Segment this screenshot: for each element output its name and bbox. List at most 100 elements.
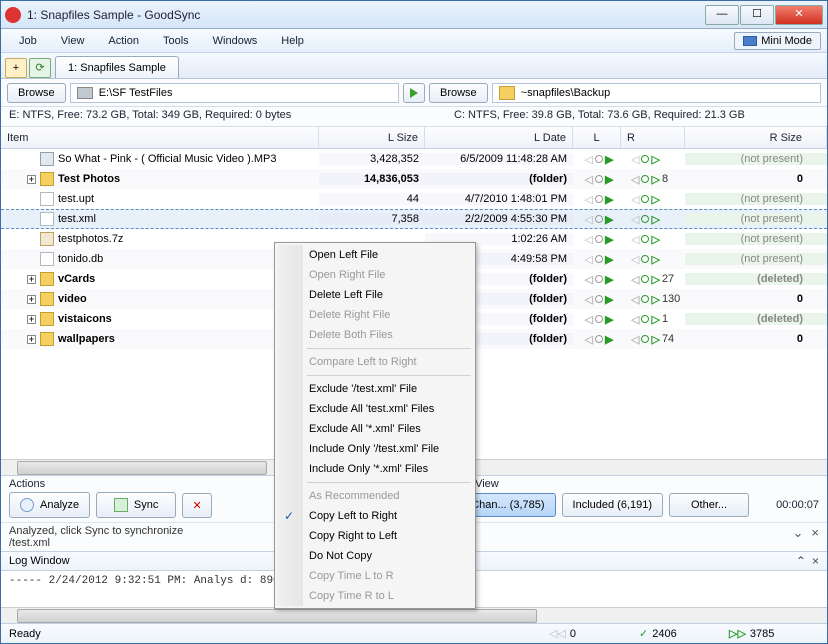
table-row[interactable]: test.xml7,3582/2/2009 4:55:30 PM◁▶◁▷(not… bbox=[1, 209, 827, 229]
cell-r: ◁▷ bbox=[621, 153, 685, 166]
col-l[interactable]: L bbox=[573, 127, 621, 148]
menu-item[interactable]: Copy Right to Left bbox=[277, 526, 473, 546]
cell-lsize: 7,358 bbox=[319, 213, 425, 225]
menu-item[interactable]: Open Left File bbox=[277, 245, 473, 265]
scroll-thumb[interactable] bbox=[17, 461, 267, 475]
left-path-box[interactable]: E:\SF TestFiles bbox=[70, 83, 399, 103]
column-header: Item L Size L Date L R R Size bbox=[1, 127, 827, 149]
stop-button[interactable]: ✕ bbox=[182, 493, 212, 518]
item-name: vistaicons bbox=[58, 313, 112, 325]
menu-item: Delete Right File bbox=[277, 305, 473, 325]
tabbar: + ⟳ 1: Snapfiles Sample bbox=[1, 53, 827, 79]
xml-icon bbox=[40, 212, 54, 226]
folder-icon bbox=[40, 272, 54, 286]
expand-toggle[interactable]: + bbox=[27, 335, 36, 344]
right-path-text: ~snapfiles\Backup bbox=[521, 87, 611, 99]
menu-item[interactable]: Delete Left File bbox=[277, 285, 473, 305]
expand-toggle bbox=[27, 195, 36, 204]
expand-toggle[interactable]: + bbox=[27, 275, 36, 284]
table-row[interactable]: test.upt444/7/2010 1:48:01 PM◁▶◁▷(not pr… bbox=[1, 189, 827, 209]
menu-action[interactable]: Action bbox=[96, 32, 151, 50]
stop-icon: ✕ bbox=[193, 499, 202, 512]
new-tab-button[interactable]: + bbox=[5, 58, 27, 78]
view-included-label: Included (6,191) bbox=[573, 499, 653, 511]
window-title: 1: Snapfiles Sample - GoodSync bbox=[27, 8, 705, 22]
expand-toggle[interactable]: + bbox=[27, 295, 36, 304]
mini-mode-button[interactable]: Mini Mode bbox=[734, 32, 821, 50]
menu-item[interactable]: Do Not Copy bbox=[277, 546, 473, 566]
expand-toggle bbox=[27, 155, 36, 164]
cell-rsize: (deleted) bbox=[685, 273, 827, 285]
menu-job[interactable]: Job bbox=[7, 32, 49, 50]
log-expand-icon[interactable]: ⌃ bbox=[796, 554, 806, 568]
cell-lsize: 44 bbox=[319, 193, 425, 205]
col-item[interactable]: Item bbox=[1, 127, 319, 148]
col-rsize[interactable]: R Size bbox=[685, 127, 827, 148]
info-collapse-icon[interactable]: ⌄ bbox=[793, 525, 804, 549]
cell-lsize: 14,836,053 bbox=[319, 173, 425, 185]
view-other-button[interactable]: Other... bbox=[669, 493, 749, 517]
view-included-button[interactable]: Included (6,191) bbox=[562, 493, 664, 517]
info-line2: /test.xml bbox=[9, 537, 183, 549]
sync-button[interactable]: Sync bbox=[96, 492, 176, 518]
menu-item[interactable]: Exclude All '*.xml' Files bbox=[277, 419, 473, 439]
context-menu[interactable]: Open Left FileOpen Right FileDelete Left… bbox=[274, 242, 476, 609]
tab-snapfiles-sample[interactable]: 1: Snapfiles Sample bbox=[55, 56, 179, 78]
browse-left-button[interactable]: Browse bbox=[7, 83, 66, 103]
menu-item[interactable]: Copy Left to Right✓ bbox=[277, 506, 473, 526]
menu-separator bbox=[307, 375, 471, 376]
menu-item[interactable]: Exclude '/test.xml' File bbox=[277, 379, 473, 399]
analyze-button[interactable]: Analyze bbox=[9, 492, 90, 518]
drive-icon bbox=[77, 87, 93, 99]
menu-item[interactable]: Include Only '*.xml' Files bbox=[277, 459, 473, 479]
log-scroll-thumb[interactable] bbox=[17, 609, 537, 623]
item-name: test.upt bbox=[58, 193, 94, 205]
check-icon: ✓ bbox=[284, 509, 294, 523]
menu-item[interactable]: Include Only '/test.xml' File bbox=[277, 439, 473, 459]
refresh-tab-button[interactable]: ⟳ bbox=[29, 58, 51, 78]
menubar: Job View Action Tools Windows Help Mini … bbox=[1, 29, 827, 53]
col-r[interactable]: R bbox=[621, 127, 685, 148]
right-path-box[interactable]: ~snapfiles\Backup bbox=[492, 83, 821, 103]
tab-label: 1: Snapfiles Sample bbox=[68, 62, 166, 74]
menu-view[interactable]: View bbox=[49, 32, 97, 50]
item-name: test.xml bbox=[58, 213, 96, 225]
browse-right-button[interactable]: Browse bbox=[429, 83, 488, 103]
menu-windows[interactable]: Windows bbox=[201, 32, 270, 50]
left-path-text: E:\SF TestFiles bbox=[99, 87, 173, 99]
cell-l: ◁▶ bbox=[573, 273, 621, 286]
cell-r: ◁▷8 bbox=[621, 173, 685, 186]
maximize-button[interactable]: ☐ bbox=[740, 5, 774, 25]
item-name: tonido.db bbox=[58, 253, 103, 265]
run-button[interactable] bbox=[403, 83, 425, 103]
table-row[interactable]: +Test Photos14,836,053(folder)◁▶◁▷80 bbox=[1, 169, 827, 189]
log-close-icon[interactable]: × bbox=[812, 554, 819, 568]
menu-tools[interactable]: Tools bbox=[151, 32, 201, 50]
cell-l: ◁▶ bbox=[573, 173, 621, 186]
col-lsize[interactable]: L Size bbox=[319, 127, 425, 148]
drive-status-bar: E: NTFS, Free: 73.2 GB, Total: 349 GB, R… bbox=[1, 107, 827, 127]
menu-item[interactable]: Exclude All 'test.xml' Files bbox=[277, 399, 473, 419]
cell-rsize: (not present) bbox=[685, 253, 827, 265]
expand-toggle bbox=[27, 215, 36, 224]
close-button[interactable]: ✕ bbox=[775, 5, 823, 25]
folder-icon bbox=[40, 292, 54, 306]
expand-toggle[interactable]: + bbox=[27, 175, 36, 184]
z7-icon bbox=[40, 232, 54, 246]
right-drive-status: C: NTFS, Free: 39.8 GB, Total: 73.6 GB, … bbox=[374, 109, 819, 124]
check-icon: ✓ bbox=[639, 627, 648, 640]
log-scrollbar[interactable] bbox=[1, 607, 827, 623]
folder-icon bbox=[40, 332, 54, 346]
item-name: So What - Pink - ( Official Music Video … bbox=[58, 153, 276, 165]
minimize-button[interactable]: — bbox=[705, 5, 739, 25]
status-ready: Ready bbox=[9, 628, 549, 640]
table-row[interactable]: So What - Pink - ( Official Music Video … bbox=[1, 149, 827, 169]
info-close-icon[interactable]: × bbox=[811, 525, 819, 549]
path-bar: Browse E:\SF TestFiles Browse ~snapfiles… bbox=[1, 79, 827, 107]
cell-l: ◁▶ bbox=[573, 153, 621, 166]
app-icon bbox=[5, 7, 21, 23]
col-ldate[interactable]: L Date bbox=[425, 127, 573, 148]
menu-help[interactable]: Help bbox=[269, 32, 316, 50]
actions-label: Actions bbox=[9, 478, 45, 490]
expand-toggle[interactable]: + bbox=[27, 315, 36, 324]
